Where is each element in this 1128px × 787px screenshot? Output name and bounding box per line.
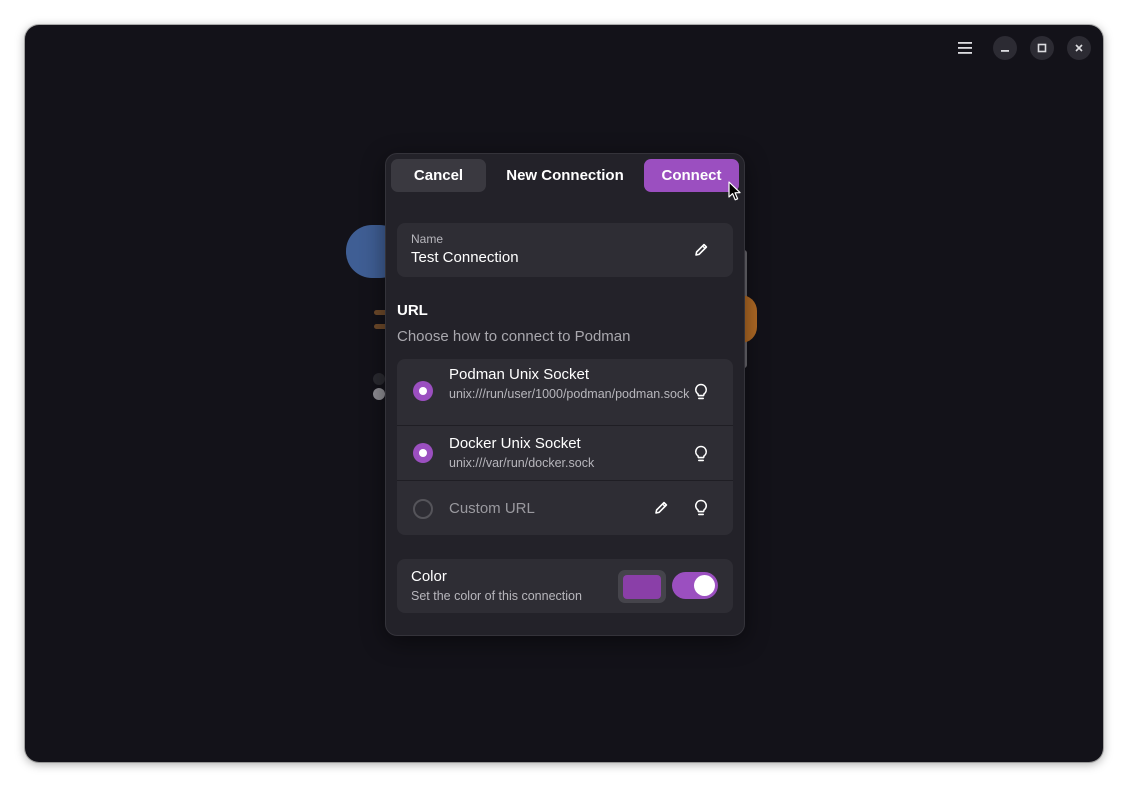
radio-docker-socket[interactable]: [413, 443, 433, 463]
option-subtitle: unix:///var/run/docker.sock: [449, 456, 595, 470]
url-option-custom[interactable]: Custom URL: [397, 481, 733, 535]
url-section-subtitle: Choose how to connect to Podman: [397, 328, 631, 345]
lightbulb-icon[interactable]: [688, 495, 714, 521]
new-connection-dialog: Cancel New Connection Connect Name Test …: [385, 153, 745, 636]
background-dot: [373, 373, 385, 385]
cancel-button[interactable]: Cancel: [391, 159, 486, 192]
connect-button[interactable]: Connect: [644, 159, 739, 192]
color-picker-button[interactable]: [618, 570, 666, 603]
mouse-cursor-icon: [728, 181, 742, 207]
radio-podman-socket[interactable]: [413, 381, 433, 401]
name-label: Name: [411, 232, 444, 246]
custom-url-placeholder[interactable]: Custom URL: [449, 500, 535, 517]
option-title: Docker Unix Socket: [449, 435, 581, 452]
radio-custom-url[interactable]: [413, 499, 433, 519]
url-option-podman-socket[interactable]: Podman Unix Socket unix:///run/user/1000…: [397, 359, 733, 426]
toggle-knob: [694, 575, 715, 596]
minimize-icon[interactable]: [993, 36, 1017, 60]
name-value[interactable]: Test Connection: [411, 249, 519, 266]
pencil-icon[interactable]: [648, 495, 674, 521]
color-toggle[interactable]: [672, 572, 718, 599]
url-option-docker-socket[interactable]: Docker Unix Socket unix:///var/run/docke…: [397, 426, 733, 481]
lightbulb-icon[interactable]: [688, 441, 714, 467]
pencil-icon[interactable]: [688, 237, 714, 263]
name-field[interactable]: Name Test Connection: [397, 223, 733, 277]
color-row: Color Set the color of this connection: [397, 559, 733, 613]
close-icon[interactable]: [1067, 36, 1091, 60]
hamburger-menu-icon[interactable]: [953, 36, 977, 60]
dialog-title: New Connection: [506, 167, 624, 184]
app-window: Cancel New Connection Connect Name Test …: [25, 25, 1103, 762]
url-options-list: Podman Unix Socket unix:///run/user/1000…: [397, 359, 733, 535]
color-subtitle: Set the color of this connection: [411, 589, 582, 603]
color-swatch: [623, 574, 661, 599]
lightbulb-icon[interactable]: [688, 379, 714, 405]
url-section-title: URL: [397, 302, 428, 319]
option-title: Podman Unix Socket: [449, 366, 590, 383]
option-subtitle: unix:///run/user/1000/podman/podman.sock: [449, 387, 690, 401]
maximize-icon[interactable]: [1030, 36, 1054, 60]
color-title: Color: [411, 568, 447, 585]
background-dot: [373, 388, 385, 400]
